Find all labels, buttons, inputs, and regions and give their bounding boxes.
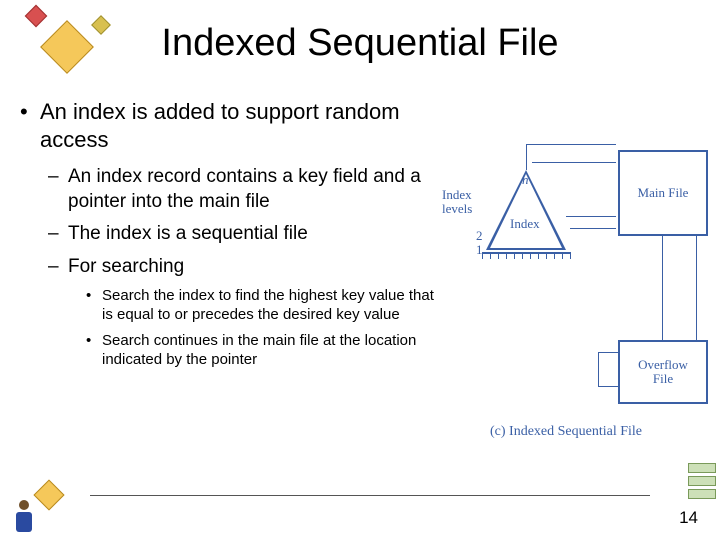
index-n: n	[522, 172, 529, 188]
bullet-content: An index is added to support random acce…	[18, 98, 438, 380]
footer-art	[8, 482, 86, 534]
footer-rule	[90, 495, 650, 496]
bullet-l3b: Search continues in the main file at the…	[68, 331, 438, 370]
page-number: 14	[679, 508, 698, 528]
conn-mo-v2	[696, 236, 697, 340]
bullet-l1: An index is added to support random acce…	[18, 98, 438, 370]
conn-ov-h	[598, 386, 618, 387]
bullet-l1-text: An index is added to support random acce…	[40, 99, 400, 152]
slide-title: Indexed Sequential File	[0, 22, 720, 65]
conn-mid2	[566, 216, 616, 217]
footer-cube-icon	[33, 479, 64, 510]
conn-top1	[532, 162, 616, 163]
index-label: Index	[510, 216, 540, 232]
main-file-box: Main File	[618, 150, 708, 236]
bullet-l2b: The index is a sequential file	[40, 222, 438, 247]
diagram: Main File Overflow File Index n 2 1 Inde…	[448, 130, 708, 450]
conn-ov-v	[598, 352, 599, 386]
conn-mo-v	[662, 236, 663, 340]
bullet-l3a: Search the index to find the highest key…	[68, 286, 438, 325]
overflow-file-box: Overflow File	[618, 340, 708, 404]
bullet-l2c-text: For searching	[68, 256, 184, 277]
bullet-l2a: An index record contains a key field and…	[40, 165, 438, 214]
edge-blocks-icon	[688, 463, 716, 502]
conn-top2v	[526, 144, 527, 170]
conn-ov-h2	[598, 352, 618, 353]
footer-person-icon	[12, 500, 36, 534]
index-1: 1	[476, 242, 483, 258]
diagram-caption: (c) Indexed Sequential File	[490, 424, 710, 440]
conn-mid1	[570, 228, 616, 229]
index-levels-label: Index levels	[442, 188, 472, 217]
bullet-l2c: For searching Search the index to find t…	[40, 255, 438, 370]
conn-top2	[526, 144, 616, 145]
triangle-ticks	[482, 252, 570, 260]
